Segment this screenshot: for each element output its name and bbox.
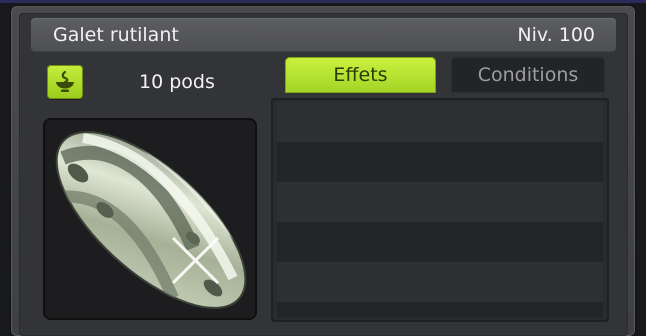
item-image-frame	[43, 118, 257, 320]
effect-row	[277, 222, 603, 262]
effect-row	[277, 182, 603, 222]
item-tooltip-window: Galet rutilant Niv. 100 10 pods Effets C…	[0, 0, 646, 336]
effect-row	[277, 142, 603, 182]
effect-row	[277, 102, 603, 142]
effects-list	[271, 98, 609, 322]
effect-row	[277, 302, 603, 318]
item-weight: 10 pods	[139, 71, 215, 93]
crafting-bowl-icon	[56, 70, 74, 92]
item-name: Galet rutilant	[53, 24, 179, 46]
tab-conditions[interactable]: Conditions	[451, 57, 605, 93]
shiny-pebble-icon	[51, 124, 257, 309]
tab-effets[interactable]: Effets	[285, 57, 436, 93]
effect-row	[277, 262, 603, 302]
top-divider	[0, 0, 646, 3]
item-level: Niv. 100	[517, 24, 595, 46]
craft-button[interactable]	[47, 65, 83, 99]
